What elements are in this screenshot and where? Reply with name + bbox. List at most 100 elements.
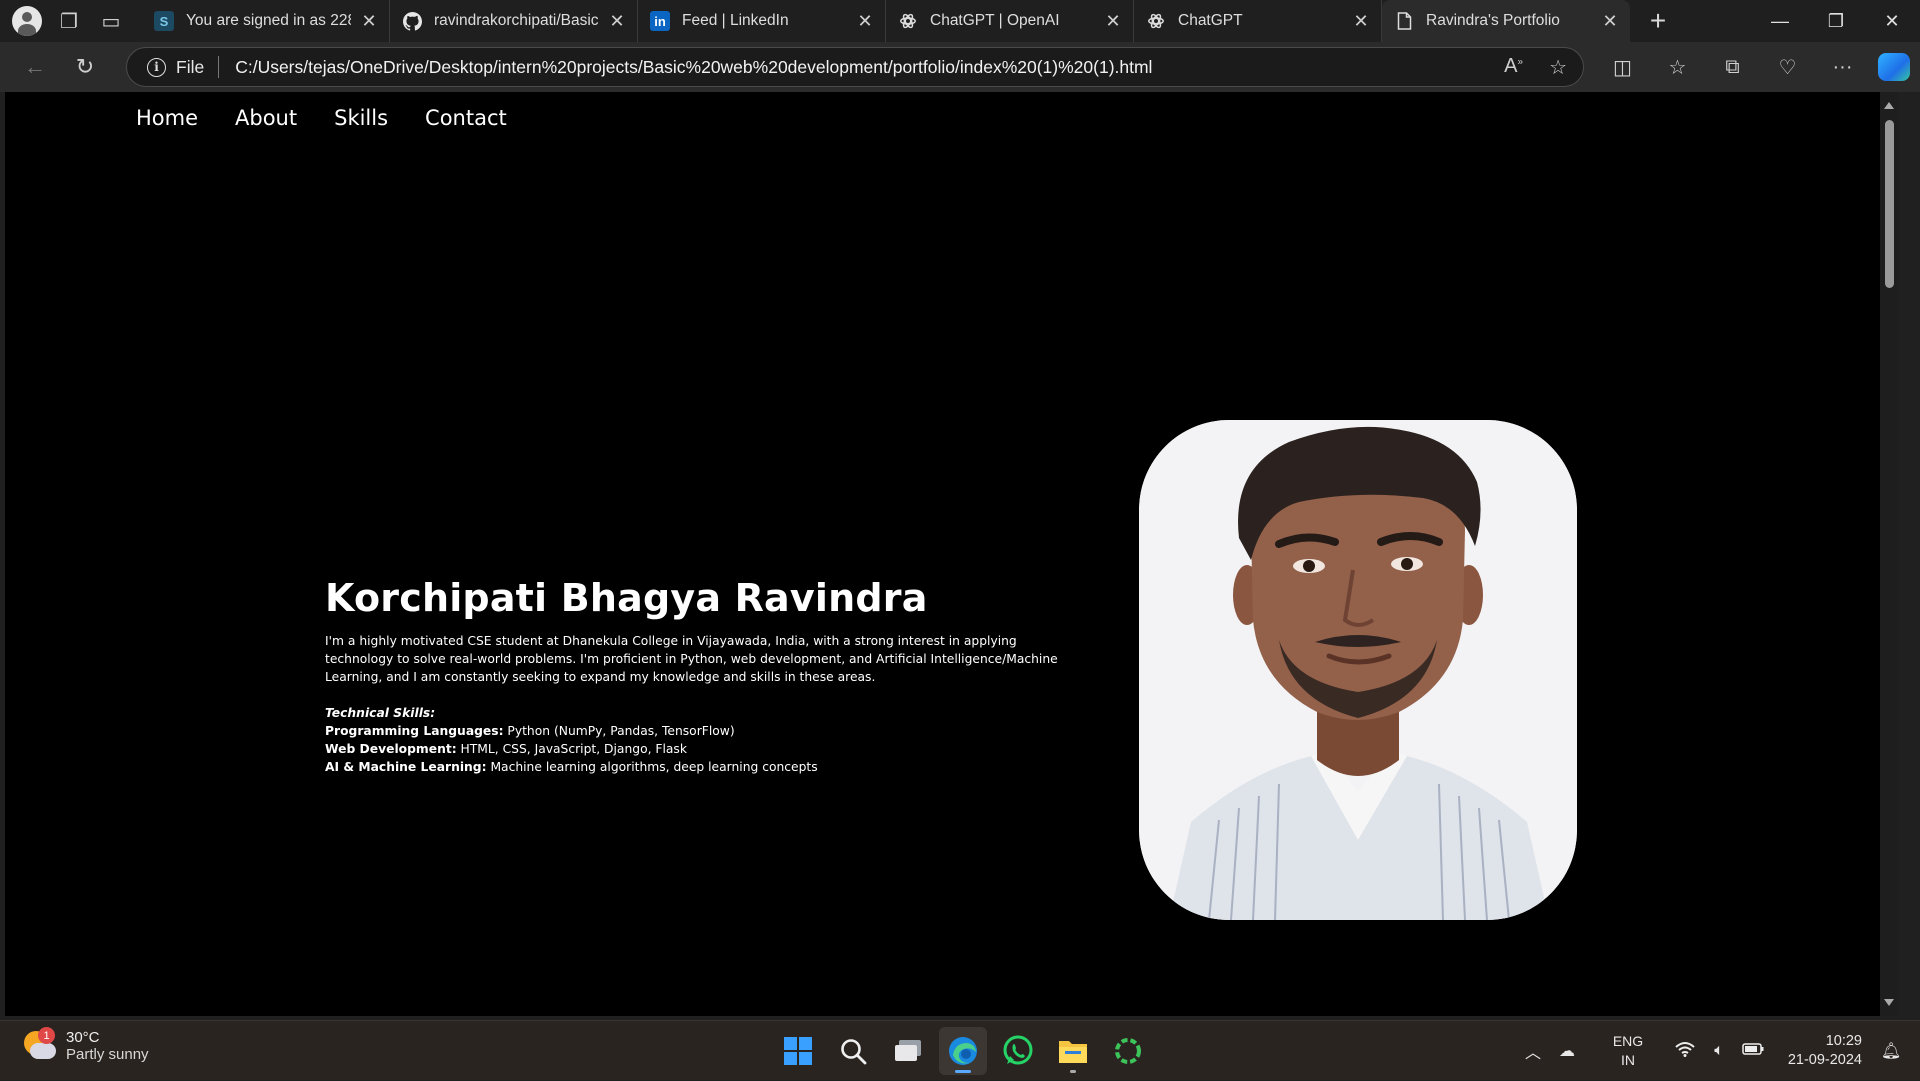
clock-date: 21-09-2024 [1787,1052,1862,1068]
volume-icon[interactable]: 🔈︎ [1702,1042,1736,1060]
favorite-star-icon[interactable]: ☆ [1549,55,1567,80]
profile-avatar[interactable] [12,6,42,36]
partly-sunny-icon: 1 [22,1027,56,1063]
skill-label: Programming Languages: [325,724,504,738]
tab-title: ravindrakorchipati/Basic-w [434,12,599,29]
weather-text: 30°C Partly sunny [66,1029,149,1063]
whatsapp-icon[interactable] [994,1027,1042,1075]
skill-row: AI & Machine Learning: Machine learning … [325,758,1075,776]
skill-row: Web Development: HTML, CSS, JavaScript, … [325,740,1075,758]
task-view-icon[interactable] [884,1027,932,1075]
divider [218,56,220,78]
onedrive-icon[interactable]: ☁ [1550,1041,1584,1061]
more-options-icon[interactable]: ··· [1815,42,1870,92]
technical-skills: Technical Skills: Programming Languages:… [325,704,1075,776]
vertical-tabs-icon[interactable]: ▭ [90,0,132,42]
tab-signed-in[interactable]: S You are signed in as 228t1 ✕ [142,0,390,42]
back-icon[interactable]: ← [10,47,60,87]
copilot-icon[interactable] [1878,53,1910,81]
notifications-icon[interactable]: 🔔︎ [1874,1041,1908,1061]
close-tab-icon[interactable]: ✕ [359,11,379,32]
profile-photo [1139,420,1577,920]
linkedin-icon: in [650,11,670,31]
close-window-icon[interactable]: ✕ [1864,0,1920,42]
new-tab-button[interactable]: + [1636,0,1680,42]
url-text[interactable]: C:/Users/tejas/OneDrive/Desktop/intern%2… [235,57,1152,78]
workspaces-icon[interactable]: ❐ [48,0,90,42]
browser-essentials-icon[interactable]: ♡ [1760,42,1815,92]
tab-title: Feed | LinkedIn [682,12,789,29]
hero-section: Korchipati Bhagya Ravindra I'm a highly … [325,576,1075,776]
github-icon [402,11,422,31]
close-tab-icon[interactable]: ✕ [1600,11,1620,32]
windows-start-icon[interactable] [774,1027,822,1075]
language-indicator[interactable]: ENG IN [1598,1032,1658,1070]
window-controls: — ❐ ✕ [1752,0,1920,42]
clock[interactable]: 10:29 21-09-2024 [1770,1032,1862,1070]
close-tab-icon[interactable]: ✕ [1351,11,1371,32]
nav-home-link[interactable]: Home [136,106,198,130]
refresh-icon[interactable]: ↻ [60,47,110,87]
weather-temp: 30°C [66,1029,100,1046]
hero-bio: I'm a highly motivated CSE student at Dh… [325,634,1058,684]
page-icon [1394,11,1414,31]
info-icon[interactable]: i [147,57,166,77]
search-icon[interactable] [829,1027,877,1075]
taskbar-apps [774,1027,1152,1075]
read-aloud-icon[interactable]: A» [1504,55,1523,80]
tab-github[interactable]: ravindrakorchipati/Basic-w ✕ [390,0,638,42]
tab-title: You are signed in as 228t1 [186,12,351,29]
file-explorer-icon[interactable] [1049,1027,1097,1075]
close-tab-icon[interactable]: ✕ [855,11,875,32]
clock-time: 10:29 [1825,1033,1862,1049]
language-code: ENG [1612,1033,1644,1049]
scroll-down-icon[interactable] [1884,999,1894,1006]
restore-icon[interactable]: ❐ [1808,0,1864,42]
skill-value: Machine learning algorithms, deep learni… [486,760,818,774]
address-bar[interactable]: i File C:/Users/tejas/OneDrive/Desktop/i… [126,47,1584,87]
browser-toolbar: ← ↻ i File C:/Users/tejas/OneDrive/Deskt… [0,42,1920,92]
tab-title: ChatGPT [1178,12,1243,29]
collections-icon[interactable]: ⧉ [1705,42,1760,92]
tab-chatgpt[interactable]: ChatGPT ✕ [1134,0,1382,42]
wifi-icon[interactable] [1668,1041,1702,1062]
address-bar-actions: A» ☆ [1504,55,1567,80]
edge-icon[interactable] [939,1027,987,1075]
site-nav: Home About Skills Contact [136,106,507,130]
notification-badge: 1 [38,1027,55,1044]
show-hidden-icons-icon[interactable]: ︿ [1516,1039,1550,1063]
page-scrollbar[interactable] [1880,92,1898,1016]
scroll-thumb[interactable] [1885,120,1894,288]
skill-label: Web Development: [325,742,457,756]
weather-widget[interactable]: 1 30°C Partly sunny [22,1027,149,1063]
skill-value: Python (NumPy, Pandas, TensorFlow) [503,724,735,738]
skill-label: AI & Machine Learning: [325,760,487,774]
tab-chatgpt-openai[interactable]: ChatGPT | OpenAI ✕ [886,0,1134,42]
nav-contact-link[interactable]: Contact [425,106,507,130]
weather-condition: Partly sunny [66,1046,149,1063]
close-tab-icon[interactable]: ✕ [607,11,627,32]
tab-linkedin[interactable]: in Feed | LinkedIn ✕ [638,0,886,42]
nav-skills-link[interactable]: Skills [334,106,388,130]
scroll-up-icon[interactable] [1884,102,1894,109]
tab-title: Ravindra's Portfolio [1426,12,1560,29]
close-tab-icon[interactable]: ✕ [1103,11,1123,32]
skills-heading: Technical Skills: [325,706,436,720]
hero-name: Korchipati Bhagya Ravindra [325,576,928,620]
nav-about-link[interactable]: About [235,106,297,130]
tab-title: ChatGPT | OpenAI [930,12,1060,29]
skill-row: Programming Languages: Python (NumPy, Pa… [325,722,1075,740]
scheme-label: File [176,56,205,77]
skill-value: HTML, CSS, JavaScript, Django, Flask [456,742,687,756]
loading-circle-icon[interactable] [1104,1027,1152,1075]
battery-icon[interactable] [1736,1042,1770,1060]
system-tray: ︿ ☁ ENG IN 🔈︎ 10:29 21-09-2024 🔔︎ [1516,1021,1920,1081]
tab-portfolio[interactable]: Ravindra's Portfolio ✕ [1382,0,1630,42]
minimize-icon[interactable]: — [1752,0,1808,42]
toolbar-actions: ◫ ☆ ⧉ ♡ ··· [1595,42,1920,92]
s-favicon-icon: S [154,11,174,31]
tab-strip: ❐ ▭ S You are signed in as 228t1 ✕ ravin… [0,0,1920,42]
openai-icon [898,11,918,31]
split-screen-icon[interactable]: ◫ [1595,42,1650,92]
favorites-icon[interactable]: ☆ [1650,42,1705,92]
